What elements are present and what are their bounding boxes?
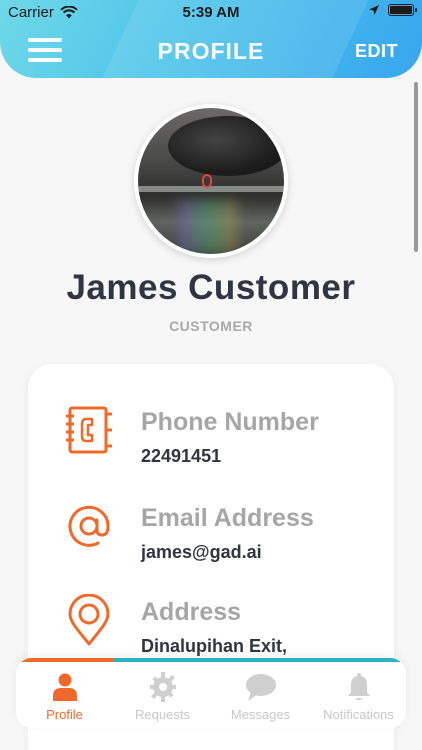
tab-notifications[interactable]: Notifications xyxy=(310,662,406,728)
bell-icon xyxy=(348,673,370,700)
tab-bar: Profile Requests Messages Notifications xyxy=(16,658,406,728)
tab-profile-label: Profile xyxy=(46,707,83,722)
clock: 5:39 AM xyxy=(182,4,240,21)
phone-value: 22491451 xyxy=(141,446,222,466)
tab-notifications-label: Notifications xyxy=(323,707,394,722)
tab-messages-label: Messages xyxy=(230,707,291,722)
scrollbar[interactable] xyxy=(414,82,418,252)
tab-messages[interactable]: Messages xyxy=(212,662,309,728)
avatar[interactable] xyxy=(134,104,288,258)
chat-bubble-icon xyxy=(246,674,276,701)
status-bar: Carrier 5:39 AM xyxy=(0,0,422,24)
email-value: james@gad.ai xyxy=(141,542,262,562)
status-icons xyxy=(368,4,417,16)
address-value: Dinalupihan Exit, xyxy=(141,636,288,656)
at-sign-icon xyxy=(68,505,110,547)
address-label: Address xyxy=(141,598,242,626)
tab-profile[interactable]: Profile xyxy=(16,662,113,728)
avatar-photo xyxy=(138,108,284,254)
tab-requests-label: Requests xyxy=(135,707,190,722)
battery-icon xyxy=(388,4,417,16)
phone-book-icon xyxy=(66,406,112,454)
map-pin-icon xyxy=(68,594,110,646)
email-label: Email Address xyxy=(141,504,314,532)
header: Carrier 5:39 AM PROFILE EDIT xyxy=(0,0,422,78)
person-icon xyxy=(53,673,77,701)
location-arrow-icon xyxy=(369,5,379,15)
edit-button[interactable]: EDIT xyxy=(355,41,398,62)
user-role: CUSTOMER xyxy=(169,318,253,334)
gear-icon xyxy=(150,672,176,702)
phone-label: Phone Number xyxy=(141,408,319,436)
user-name: James Customer xyxy=(66,268,356,307)
profile-screen: Carrier 5:39 AM PROFILE EDIT James Custo… xyxy=(0,0,422,750)
tab-requests[interactable]: Requests xyxy=(114,662,211,728)
